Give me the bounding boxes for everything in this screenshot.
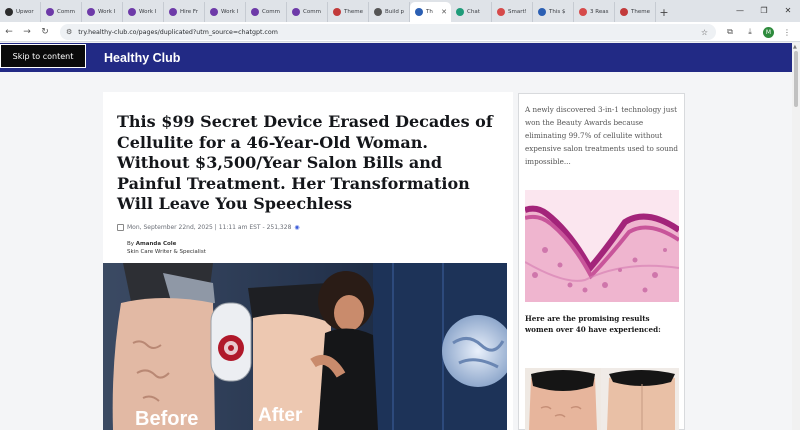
new-tab-icon[interactable]: + bbox=[656, 2, 672, 22]
tab-favicon-icon bbox=[579, 8, 587, 16]
before-label: Before bbox=[135, 408, 198, 430]
tab-favicon-icon bbox=[538, 8, 546, 16]
author-byline: By Amanda Cole Skin Care Writer & Specia… bbox=[127, 240, 206, 256]
skip-to-content-link[interactable]: Skip to content bbox=[0, 44, 86, 68]
hero-illustration: Before After bbox=[103, 263, 507, 430]
browser-tab[interactable]: 3 Reas bbox=[574, 2, 615, 22]
tab-label: This $ bbox=[549, 9, 566, 15]
tab-label: Work I bbox=[221, 9, 239, 15]
calendar-icon bbox=[117, 224, 124, 231]
browser-tab[interactable]: Theme bbox=[328, 2, 369, 22]
browser-tab[interactable]: Comm bbox=[246, 2, 287, 22]
browser-tab[interactable]: Chat bbox=[451, 2, 492, 22]
tab-label: Hire Fr bbox=[180, 9, 198, 15]
tab-favicon-icon bbox=[333, 8, 341, 16]
tab-label: Work I bbox=[98, 9, 116, 15]
extensions-icon[interactable]: ⧉ bbox=[723, 27, 737, 37]
browser-tab[interactable]: Work I bbox=[123, 2, 164, 22]
tab-favicon-icon bbox=[374, 8, 382, 16]
browser-toolbar: ← → ↻ ⚙ try.healthy-club.co/pages/duplic… bbox=[0, 22, 800, 42]
tab-label: Work I bbox=[139, 9, 157, 15]
tab-favicon-icon bbox=[497, 8, 505, 16]
hero-image: Before After bbox=[103, 263, 507, 430]
tab-label: Upwor bbox=[16, 9, 34, 15]
results-image bbox=[525, 368, 679, 430]
site-brand[interactable]: Healthy Club bbox=[104, 51, 180, 65]
browser-tab[interactable]: Comm bbox=[41, 2, 82, 22]
author-role: Skin Care Writer & Specialist bbox=[127, 249, 206, 255]
browser-tab[interactable]: Th ✕ bbox=[410, 2, 451, 22]
after-label: After bbox=[258, 405, 303, 426]
tab-label: Comm bbox=[57, 9, 75, 15]
tab-label: Theme bbox=[344, 9, 363, 15]
browser-tab[interactable]: This $ bbox=[533, 2, 574, 22]
address-bar[interactable]: ⚙ try.healthy-club.co/pages/duplicated?u… bbox=[60, 24, 716, 40]
tab-favicon-icon bbox=[210, 8, 218, 16]
tab-favicon-icon bbox=[87, 8, 95, 16]
sidebar-results-heading: Here are the promising results women ove… bbox=[525, 314, 661, 334]
tab-favicon-icon bbox=[251, 8, 259, 16]
author-prefix: By bbox=[127, 241, 135, 247]
tab-favicon-icon bbox=[169, 8, 177, 16]
browser-tab[interactable]: Smart! bbox=[492, 2, 533, 22]
tab-label: Theme bbox=[631, 9, 650, 15]
eye-icon: ◉ bbox=[294, 224, 300, 231]
tab-label: 3 Reas bbox=[590, 9, 609, 15]
profile-avatar[interactable]: M bbox=[763, 26, 774, 38]
minimize-icon[interactable]: — bbox=[728, 0, 752, 20]
author-name[interactable]: Amanda Cole bbox=[136, 241, 177, 247]
toolbar-actions: ⧉ ⤓ M ⋮ bbox=[723, 24, 794, 40]
tab-favicon-icon bbox=[46, 8, 54, 16]
window-controls: — ❐ ✕ bbox=[728, 0, 800, 20]
browser-tab[interactable]: Work I bbox=[205, 2, 246, 22]
browser-tab[interactable]: Work I bbox=[82, 2, 123, 22]
tab-favicon-icon bbox=[5, 8, 13, 16]
reload-icon[interactable]: ↻ bbox=[36, 23, 54, 41]
scrollbar-thumb[interactable] bbox=[794, 51, 798, 107]
site-info-icon[interactable]: ⚙ bbox=[66, 28, 72, 36]
tab-label: Th bbox=[426, 9, 433, 15]
tab-favicon-icon bbox=[620, 8, 628, 16]
skin-histology-image bbox=[525, 190, 679, 302]
tab-label: Comm bbox=[262, 9, 280, 15]
scroll-up-icon[interactable]: ▲ bbox=[793, 44, 797, 50]
forward-icon[interactable]: → bbox=[18, 23, 36, 41]
browser-tab[interactable]: Build p bbox=[369, 2, 410, 22]
maximize-icon[interactable]: ❐ bbox=[752, 0, 776, 20]
browser-tab[interactable]: Theme bbox=[615, 2, 656, 22]
url-text: try.healthy-club.co/pages/duplicated?utm… bbox=[78, 28, 278, 36]
download-icon[interactable]: ⤓ bbox=[743, 27, 757, 37]
browser-tab[interactable]: Upwor bbox=[0, 2, 41, 22]
tab-label: Chat bbox=[467, 9, 480, 15]
tab-strip: Upwor Comm Work I Work I Hire Fr Work I Comm Co… bbox=[0, 0, 800, 22]
tab-favicon-icon bbox=[292, 8, 300, 16]
tab-favicon-icon bbox=[456, 8, 464, 16]
menu-icon[interactable]: ⋮ bbox=[780, 28, 794, 37]
close-tab-icon[interactable]: ✕ bbox=[441, 8, 447, 16]
tab-favicon-icon bbox=[415, 8, 423, 16]
browser-tab[interactable]: Comm bbox=[287, 2, 328, 22]
meta-date: Mon, September 22nd, 2025 | 11:11 am EST… bbox=[127, 224, 292, 231]
close-window-icon[interactable]: ✕ bbox=[776, 0, 800, 20]
sidebar-intro: A newly discovered 3-in-1 technology jus… bbox=[525, 105, 679, 166]
tab-label: Comm bbox=[303, 9, 321, 15]
bookmark-star-icon[interactable]: ☆ bbox=[701, 28, 708, 37]
tab-label: Smart! bbox=[508, 9, 527, 15]
article-meta: Mon, September 22nd, 2025 | 11:11 am EST… bbox=[117, 224, 300, 231]
article-headline: This $99 Secret Device Erased Decades of… bbox=[117, 112, 493, 213]
tab-favicon-icon bbox=[128, 8, 136, 16]
back-icon[interactable]: ← bbox=[0, 23, 18, 41]
browser-tab[interactable]: Hire Fr bbox=[164, 2, 205, 22]
page-scrollbar[interactable]: ▲ bbox=[792, 43, 800, 430]
browser-window: Upwor Comm Work I Work I Hire Fr Work I Comm Co… bbox=[0, 0, 800, 430]
tab-label: Build p bbox=[385, 9, 405, 15]
